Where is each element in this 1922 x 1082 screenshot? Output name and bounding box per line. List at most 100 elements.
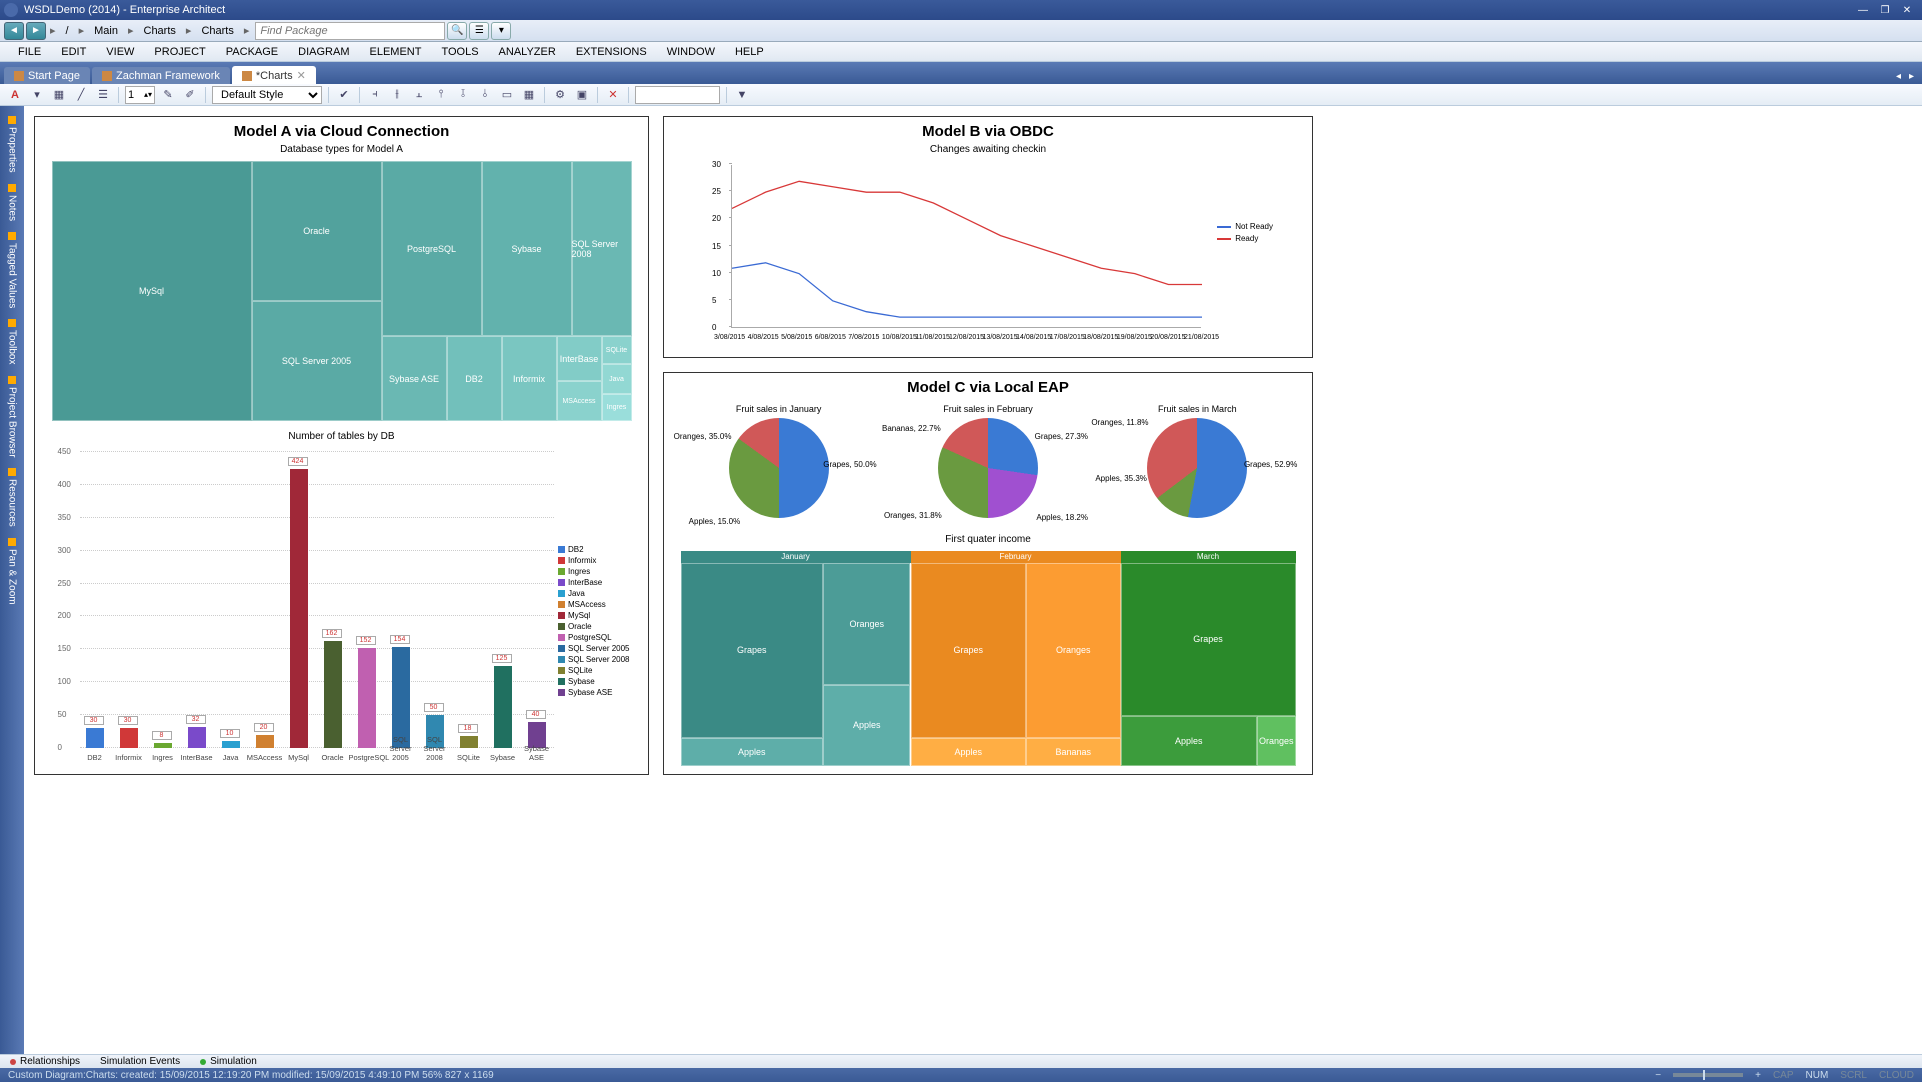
pie-february: Fruit sales in February Grapes, 27.3% Ba… [938, 404, 1038, 522]
tab-scroll-left[interactable]: ◂ [1892, 69, 1905, 84]
menu-file[interactable]: FILE [8, 44, 51, 60]
dock-icon [8, 319, 16, 327]
close-button[interactable]: ✕ [1896, 1, 1918, 19]
gear-button[interactable]: ⚙ [551, 86, 569, 104]
dock-icon [8, 116, 16, 124]
line-color-button[interactable]: ╱ [72, 86, 90, 104]
find-package-go[interactable]: 🔍 [447, 22, 467, 40]
panel-model-b[interactable]: Model B via OBDC Changes awaiting checki… [663, 116, 1313, 358]
treemap-cell: Apples [681, 738, 824, 766]
dock-tagged-values[interactable]: Tagged Values [5, 228, 20, 312]
breadcrumb-item[interactable]: Main [88, 25, 124, 37]
font-style-button[interactable]: A [6, 86, 24, 104]
bottom-tabbar: RelationshipsSimulation EventsSimulation [0, 1054, 1922, 1068]
menu-element[interactable]: ELEMENT [359, 44, 431, 60]
nav-dropdown-button[interactable]: ▾ [491, 22, 511, 40]
align-bottom-button[interactable]: ⫰ [476, 86, 494, 104]
space-button[interactable]: ▦ [520, 86, 538, 104]
bar: 20MSAccess [256, 735, 274, 748]
view-button[interactable]: ▣ [573, 86, 591, 104]
bar: 30DB2 [86, 728, 104, 748]
breadcrumb-sep: ▸ [48, 24, 58, 37]
tab-start-page[interactable]: Start Page [4, 67, 90, 84]
treemap-cell: Apples [823, 685, 910, 766]
breadcrumb-item[interactable]: Charts [138, 25, 182, 37]
document-tabbar: Start PageZachman Framework*Charts✕ ◂ ▸ [0, 62, 1922, 84]
menu-tools[interactable]: TOOLS [431, 44, 488, 60]
menu-view[interactable]: VIEW [96, 44, 144, 60]
menu-help[interactable]: HELP [725, 44, 774, 60]
diagram-canvas[interactable]: Model A via Cloud Connection Database ty… [24, 106, 1922, 1054]
zoom-in-button[interactable]: + [1755, 1070, 1761, 1081]
tab-zachman-framework[interactable]: Zachman Framework [92, 67, 230, 84]
panel-b-sub: Changes awaiting checkin [664, 142, 1312, 157]
font-dropdown[interactable]: ▾ [28, 86, 46, 104]
menu-edit[interactable]: EDIT [51, 44, 96, 60]
menu-diagram[interactable]: DIAGRAM [288, 44, 359, 60]
menu-project[interactable]: PROJECT [144, 44, 215, 60]
find-package-input[interactable] [255, 22, 445, 40]
dock-resources[interactable]: Resources [5, 464, 20, 531]
menu-extensions[interactable]: EXTENSIONS [566, 44, 657, 60]
align-middle-button[interactable]: ⫱ [454, 86, 472, 104]
treemap-group-header: January [681, 551, 911, 563]
properties-button[interactable]: ☰ [94, 86, 112, 104]
panel-a-sub2: Number of tables by DB [35, 429, 648, 444]
panel-a-sub1: Database types for Model A [35, 142, 648, 157]
dock-notes[interactable]: Notes [5, 180, 20, 225]
tab--charts[interactable]: *Charts✕ [232, 66, 316, 84]
nav-back-button[interactable]: ◄ [4, 22, 24, 40]
menu-window[interactable]: WINDOW [657, 44, 725, 60]
bottom-tab-relationships[interactable]: Relationships [0, 1056, 90, 1067]
toolbar-search-input[interactable] [635, 86, 720, 104]
maximize-button[interactable]: ❐ [1874, 1, 1896, 19]
zoom-out-button[interactable]: − [1655, 1070, 1661, 1081]
align-center-button[interactable]: ⫲ [388, 86, 406, 104]
apply-style-button[interactable]: ✔ [335, 86, 353, 104]
tab-scroll-right[interactable]: ▸ [1905, 69, 1918, 84]
fill-color-button[interactable]: ▦ [50, 86, 68, 104]
bottom-tab-simulation-events[interactable]: Simulation Events [90, 1056, 190, 1067]
status-dot-icon [200, 1059, 206, 1065]
align-top-button[interactable]: ⫯ [432, 86, 450, 104]
align-left-button[interactable]: ⫞ [366, 86, 384, 104]
menu-package[interactable]: PACKAGE [216, 44, 288, 60]
status-scrl: SCRL [1840, 1070, 1867, 1081]
same-size-button[interactable]: ▭ [498, 86, 516, 104]
app-icon [4, 3, 18, 17]
pie-row: Fruit sales in January Grapes, 50.0% Ora… [664, 398, 1312, 532]
delete-button[interactable]: ✕ [604, 86, 622, 104]
pencil-button[interactable]: ✎ [159, 86, 177, 104]
treemap-group-header: March [1121, 551, 1296, 563]
nav-forward-button[interactable]: ► [26, 22, 46, 40]
breadcrumb-root[interactable]: / [60, 25, 75, 37]
diagram-icon [14, 71, 24, 81]
panel-model-c[interactable]: Model C via Local EAP Fruit sales in Jan… [663, 372, 1313, 776]
dock-properties[interactable]: Properties [5, 112, 20, 177]
barchart-tables: 05010015020025030035040045030DB230Inform… [52, 444, 632, 764]
treemap-cell: Grapes [681, 563, 824, 738]
nav-bar: ◄ ► ▸ / ▸ Main ▸ Charts ▸ Charts ▸ 🔍 ☰ ▾ [0, 20, 1922, 42]
breadcrumb-item[interactable]: Charts [195, 25, 239, 37]
filter-button[interactable]: ▼ [733, 86, 751, 104]
dock-pan---zoom[interactable]: Pan & Zoom [5, 534, 20, 609]
panel-a-title: Model A via Cloud Connection [35, 117, 648, 142]
align-right-button[interactable]: ⫠ [410, 86, 428, 104]
panel-model-a[interactable]: Model A via Cloud Connection Database ty… [34, 116, 649, 775]
line-width-spinner[interactable]: 1▴▾ [125, 86, 155, 104]
treemap-cell: Bananas [1026, 738, 1121, 766]
dock-toolbox[interactable]: Toolbox [5, 315, 20, 368]
minimize-button[interactable]: — [1852, 1, 1874, 19]
statusbar: Custom Diagram:Charts: created: 15/09/20… [0, 1068, 1922, 1082]
bottom-tab-simulation[interactable]: Simulation [190, 1056, 267, 1067]
highlighter-button[interactable]: ✐ [181, 86, 199, 104]
menu-analyzer[interactable]: ANALYZER [489, 44, 566, 60]
pie-january: Fruit sales in January Grapes, 50.0% Ora… [729, 404, 829, 522]
bar: 32InterBase [188, 727, 206, 748]
dock-project-browser[interactable]: Project Browser [5, 372, 20, 462]
nav-extra-button[interactable]: ☰ [469, 22, 489, 40]
linechart-changes: 0510152025303/08/20154/08/20155/08/20156… [703, 161, 1273, 346]
zoom-slider[interactable] [1673, 1073, 1743, 1077]
style-select[interactable]: Default Style [212, 86, 322, 104]
close-icon[interactable]: ✕ [297, 69, 306, 82]
